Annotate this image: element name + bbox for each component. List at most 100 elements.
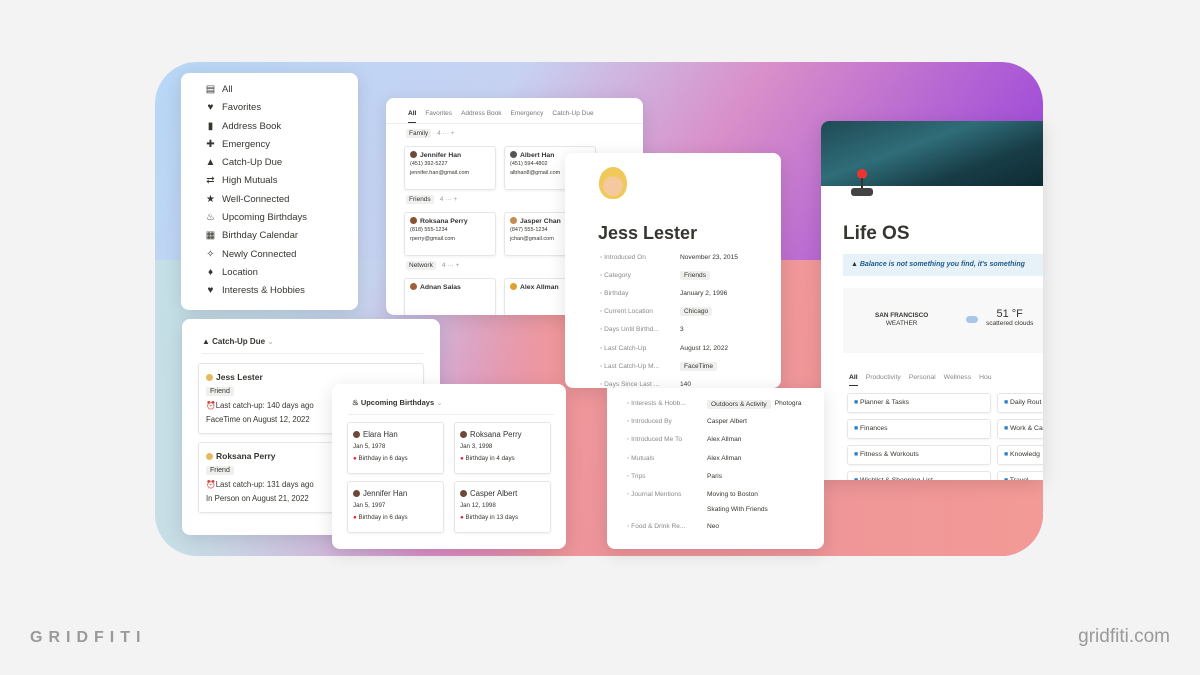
contact-page: Jess Lester ◦ Introduced On November 23, … — [565, 153, 781, 388]
menu-item[interactable]: ▲ Catch-Up Due — [181, 154, 358, 172]
relation-row[interactable]: ◦ Food & Drink Re... Neo — [607, 523, 824, 541]
tab[interactable]: Favorites — [425, 110, 452, 123]
cloud-icon — [966, 316, 978, 323]
contact-name: Jess Lester — [598, 223, 698, 243]
menu-item[interactable]: ✧ Newly Connected — [181, 246, 358, 264]
avatar-icon — [410, 217, 417, 224]
menu-item[interactable]: ▮ Address Book — [181, 118, 358, 136]
property-row[interactable]: ◦ Category Friends — [565, 266, 781, 284]
pin-icon: ♦ — [207, 266, 214, 278]
tab[interactable]: All — [849, 374, 858, 386]
birthday-card[interactable]: Casper Albert Jan 12, 1998 ● Birthday in 1… — [454, 481, 551, 533]
dashboard-tile[interactable]: ■ Daily Rout — [997, 393, 1043, 413]
property-row[interactable]: ◦ Birthday January 2, 1996 — [565, 284, 781, 302]
menu-item[interactable]: ♥ Interests & Hobbies — [181, 282, 358, 300]
cake-icon: ♨ — [352, 398, 361, 407]
group-header[interactable]: Family 4 ··· + — [386, 124, 643, 142]
brand-logo: GRIDFITI — [30, 629, 147, 646]
avatar-icon — [510, 283, 517, 290]
avatar-icon — [206, 453, 213, 460]
star-icon: ★ — [206, 193, 215, 205]
avatar-icon — [460, 431, 467, 438]
view-tabs: All Favorites Address Book Emergency Catch-U… — [386, 98, 643, 124]
avatar-icon — [410, 283, 417, 290]
avatar — [599, 167, 627, 199]
life-os-page: Life OS ▲ Balance is not something you f… — [821, 121, 1043, 480]
book-icon: ▮ — [207, 120, 214, 132]
dashboard-tile[interactable]: ■ Travel — [997, 471, 1043, 480]
dashboard-tile[interactable]: ■ Finances — [847, 419, 991, 439]
tab[interactable]: Emergency — [511, 110, 544, 123]
tab[interactable]: All — [408, 110, 417, 123]
category-tabs: All Productivity Personal Wellness Hou — [849, 374, 992, 386]
dashboard-tile[interactable]: ■ Planner & Tasks — [847, 393, 991, 413]
contact-card[interactable]: Jennifer Han (451) 392-5227 jennifer.han@g… — [404, 146, 496, 190]
relation-row[interactable]: ◦ Introduced Me To Alex Allman — [607, 436, 824, 454]
property-row[interactable]: ◦ Last Catch-Up August 12, 2022 — [565, 339, 781, 357]
menu-item[interactable]: ★ Well-Connected — [181, 191, 358, 209]
weather-widget: SAN FRANCISCO WEATHER 51 °F scattered cl… — [843, 288, 1043, 353]
tab[interactable]: Productivity — [866, 374, 901, 386]
dashboard-tile[interactable]: ■ Work & Ca — [997, 419, 1043, 439]
property-row[interactable]: ◦ Current Location Chicago — [565, 303, 781, 321]
avatar-icon — [510, 151, 517, 158]
calendar-icon: ▦ — [205, 230, 216, 242]
contact-relations: ◦ Interests & Hobb... Outdoors & Activity… — [607, 388, 824, 549]
property-row[interactable]: ◦ Introduced On November 23, 2015 — [565, 248, 781, 266]
menu-item[interactable]: ♦ Location — [181, 264, 358, 282]
upcoming-birthdays-view: ♨ Upcoming Birthdays ⌄ Elara Han Jan 5, 1… — [332, 384, 566, 549]
tab[interactable]: Wellness — [944, 374, 971, 386]
dashboard-tile[interactable]: ■ Knowledg — [997, 445, 1043, 465]
menu-item[interactable]: ▦ Birthday Calendar — [181, 227, 358, 245]
menu-item[interactable]: ✚ Emergency — [181, 136, 358, 154]
avatar-icon — [353, 431, 360, 438]
brand-url: gridfiti.com — [1078, 626, 1170, 647]
relation-row[interactable]: ◦ Mutuals Alex Allman — [607, 455, 824, 473]
birthday-card[interactable]: Elara Han Jan 5, 1978 ● Birthday in 6 days — [347, 422, 444, 474]
avatar-icon — [206, 374, 213, 381]
tab[interactable]: Hou — [979, 374, 991, 386]
birthday-card[interactable]: Roksana Perry Jan 3, 1998 ● Birthday in 4 … — [454, 422, 551, 474]
relation-row[interactable]: ◦ Introduced By Casper Albert — [607, 418, 824, 436]
view-title[interactable]: ▲ Catch-Up Due ⌄ — [202, 337, 274, 346]
warning-icon: ▲ — [205, 157, 216, 169]
avatar-icon — [353, 490, 360, 497]
heart-icon: ♥ — [207, 102, 214, 114]
relation-row[interactable]: ◦ Trips Paris — [607, 473, 824, 491]
property-row[interactable]: ◦ Days Until Birthd... 3 — [565, 321, 781, 339]
arrows-icon: ⇄ — [206, 175, 215, 187]
menu-item[interactable]: ♨ Upcoming Birthdays — [181, 209, 358, 227]
property-row[interactable]: ◦ Last Catch-Up M... FaceTime — [565, 357, 781, 375]
plus-icon: ✚ — [206, 138, 215, 150]
shoe-icon: ▲ — [851, 261, 860, 268]
relation-row[interactable]: ◦ Interests & Hobb... Outdoors & Activity… — [607, 400, 824, 418]
contact-card[interactable]: Roksana Perry (818) 555-1234 rperry@gmail.… — [404, 212, 496, 256]
avatar-icon — [410, 151, 417, 158]
contact-card-icon: ▤ — [205, 84, 216, 95]
chevron-down-icon: ⌄ — [434, 398, 443, 407]
relation-row[interactable]: ◦ Journal Mentions Moving to Boston Skatin… — [607, 491, 824, 523]
alarm-clock-icon: ⏰ — [206, 401, 216, 410]
sparkle-icon: ✧ — [206, 248, 215, 260]
menu-item[interactable]: ▤ All — [181, 81, 358, 99]
tab[interactable]: Catch-Up Due — [552, 110, 593, 123]
warning-icon: ▲ — [202, 337, 213, 346]
view-menu: ▤ All ♥ Favorites ▮ Address Book ✚ Emergency ▲ Ca… — [181, 73, 358, 310]
dashboard-tile[interactable]: ■ Wishlist & Shopping List — [847, 471, 991, 480]
chevron-down-icon: ⌄ — [265, 337, 274, 346]
view-title[interactable]: ♨ Upcoming Birthdays ⌄ — [352, 398, 443, 407]
property-row[interactable]: ◦ Days Since Last ... 140 — [565, 375, 781, 388]
menu-item[interactable]: ♥ Favorites — [181, 99, 358, 117]
avatar-icon — [460, 490, 467, 497]
menu-item[interactable]: ⇄ High Mutuals — [181, 172, 358, 190]
alarm-clock-icon: ⏰ — [206, 480, 216, 489]
dashboard-tile[interactable]: ■ Fitness & Workouts — [847, 445, 991, 465]
cake-icon: ♨ — [206, 212, 215, 224]
joystick-icon — [851, 169, 873, 199]
quote-callout: ▲ Balance is not something you find, it'… — [843, 254, 1043, 276]
tab[interactable]: Personal — [909, 374, 936, 386]
contact-card[interactable]: Adnan Salas — [404, 278, 496, 315]
heart-icon: ♥ — [207, 285, 214, 297]
tab[interactable]: Address Book — [461, 110, 501, 123]
birthday-card[interactable]: Jennifer Han Jan 5, 1997 ● Birthday in 6 d… — [347, 481, 444, 533]
